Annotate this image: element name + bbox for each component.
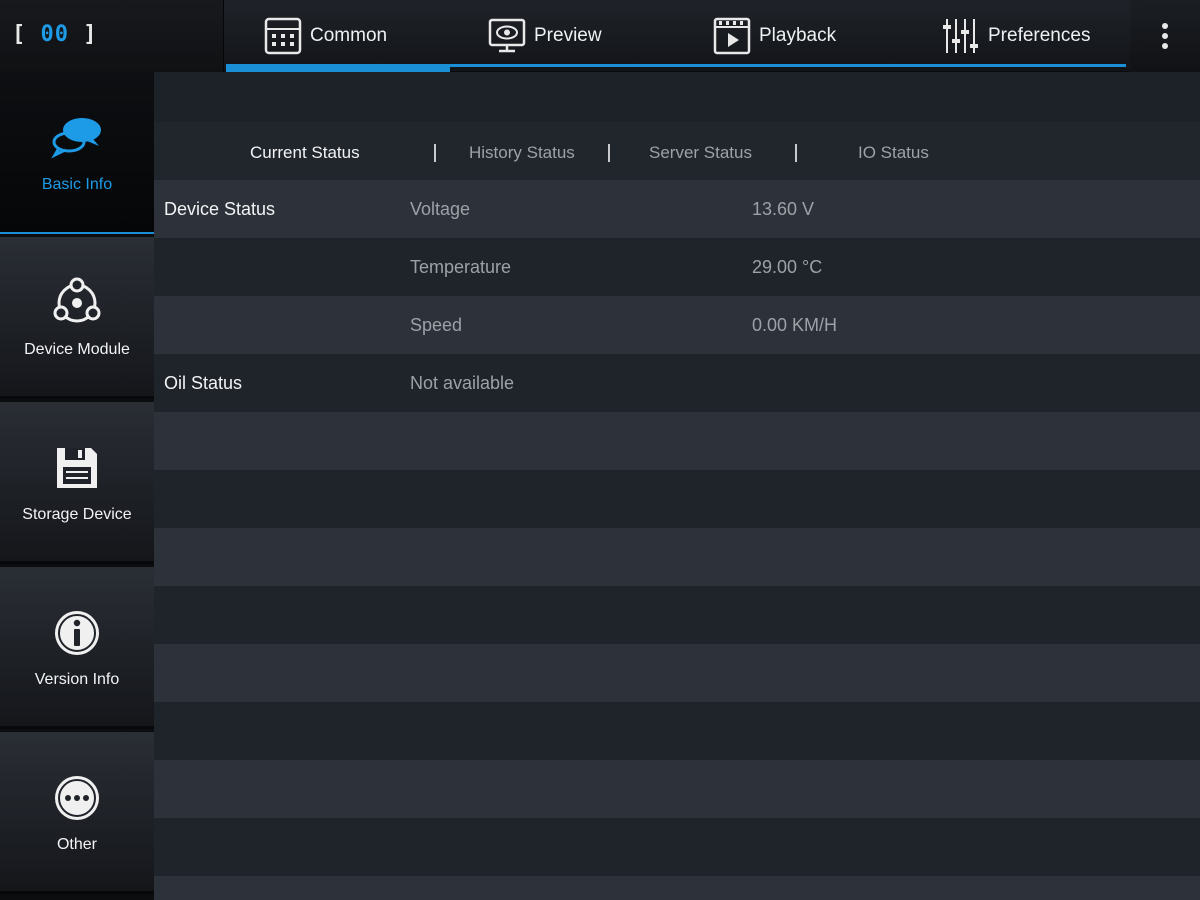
more-options-button[interactable]: [1130, 0, 1200, 72]
status-key: Not available: [410, 372, 515, 393]
status-key: Temperature: [410, 256, 512, 277]
empty-row: [154, 702, 1200, 760]
sidebar-item-storage-device[interactable]: Storage Device: [0, 402, 154, 564]
empty-row: [154, 644, 1200, 702]
status-value: 13.60 V: [752, 198, 815, 219]
sidebar-item-version-info[interactable]: Version Info: [0, 567, 154, 729]
empty-row: [154, 412, 1200, 470]
sidebar-item-label: Basic Info: [41, 176, 113, 193]
app-logo: [ 00 ]: [12, 22, 98, 47]
sidebar-item-basic-info[interactable]: Basic Info: [0, 72, 154, 234]
tab-label: Common: [310, 25, 388, 46]
info-icon: [49, 605, 105, 661]
subtab-separator: [795, 144, 797, 162]
empty-row: [154, 586, 1200, 644]
empty-row: [154, 818, 1200, 876]
status-key: Speed: [410, 314, 463, 335]
subtab-server-status[interactable]: Server Status: [649, 122, 752, 184]
sidebar-item-label: Storage Device: [22, 505, 132, 523]
status-value: 0.00 KM/H: [752, 314, 838, 335]
status-key: Voltage: [410, 198, 471, 219]
subtab-current-status[interactable]: Current Status: [250, 122, 360, 184]
status-row: Temperature 29.00 °C: [154, 238, 1200, 296]
module-network-icon: [49, 275, 105, 331]
monitor-eye-icon: [488, 17, 526, 55]
logo-bracket-left: [: [12, 22, 27, 47]
tab-label: Preview: [534, 25, 602, 46]
sidebar-item-device-module[interactable]: Device Module: [0, 237, 154, 399]
status-value: 29.00 °C: [752, 256, 823, 277]
logo-area: [ 00 ]: [0, 0, 224, 72]
menu-dot: [1162, 23, 1168, 29]
logo-bracket-right: ]: [83, 22, 98, 47]
status-subtabs: Current Status History Status Server Sta…: [154, 122, 1200, 184]
empty-row: [154, 528, 1200, 586]
grid-icon: [264, 17, 302, 55]
tab-playback[interactable]: Playback: [713, 0, 836, 72]
status-row: Device Status Voltage 13.60 V: [154, 180, 1200, 238]
top-tabs: Common Preview Playback Preferences: [226, 0, 1126, 72]
status-group-name: Device Status: [164, 198, 276, 219]
sidebar-item-label: Other: [56, 835, 97, 853]
tab-preview[interactable]: Preview: [488, 0, 602, 72]
empty-row: [154, 470, 1200, 528]
tab-preferences[interactable]: Preferences: [942, 0, 1090, 72]
subtab-history-status[interactable]: History Status: [469, 122, 575, 184]
sidebar: Basic Info Device Module Storage Device …: [0, 72, 154, 900]
chat-bubbles-icon: [49, 110, 105, 166]
sliders-icon: [942, 17, 980, 55]
logo-digits: 00: [40, 22, 69, 47]
top-bar: [ 00 ] Common Preview Playback Preferenc…: [0, 0, 1200, 72]
menu-dot: [1162, 33, 1168, 39]
empty-row: [154, 876, 1200, 900]
status-group-name: Oil Status: [164, 372, 243, 393]
sidebar-item-label: Device Module: [24, 340, 130, 358]
subtab-separator: [608, 144, 610, 162]
sidebar-item-label: Version Info: [34, 670, 120, 688]
status-row: Oil Status Not available: [154, 354, 1200, 412]
tab-common[interactable]: Common: [264, 0, 387, 72]
sidebar-item-other[interactable]: Other: [0, 732, 154, 894]
tab-label: Playback: [759, 25, 837, 46]
menu-dot: [1162, 43, 1168, 49]
subtab-io-status[interactable]: IO Status: [858, 122, 929, 184]
floppy-disk-icon: [49, 440, 105, 496]
subtab-separator: [434, 144, 436, 162]
status-row: Speed 0.00 KM/H: [154, 296, 1200, 354]
film-play-icon: [713, 17, 751, 55]
main-content: Current Status History Status Server Sta…: [154, 72, 1200, 900]
tab-label: Preferences: [988, 25, 1091, 46]
empty-row: [154, 760, 1200, 818]
ellipsis-icon: [49, 770, 105, 826]
